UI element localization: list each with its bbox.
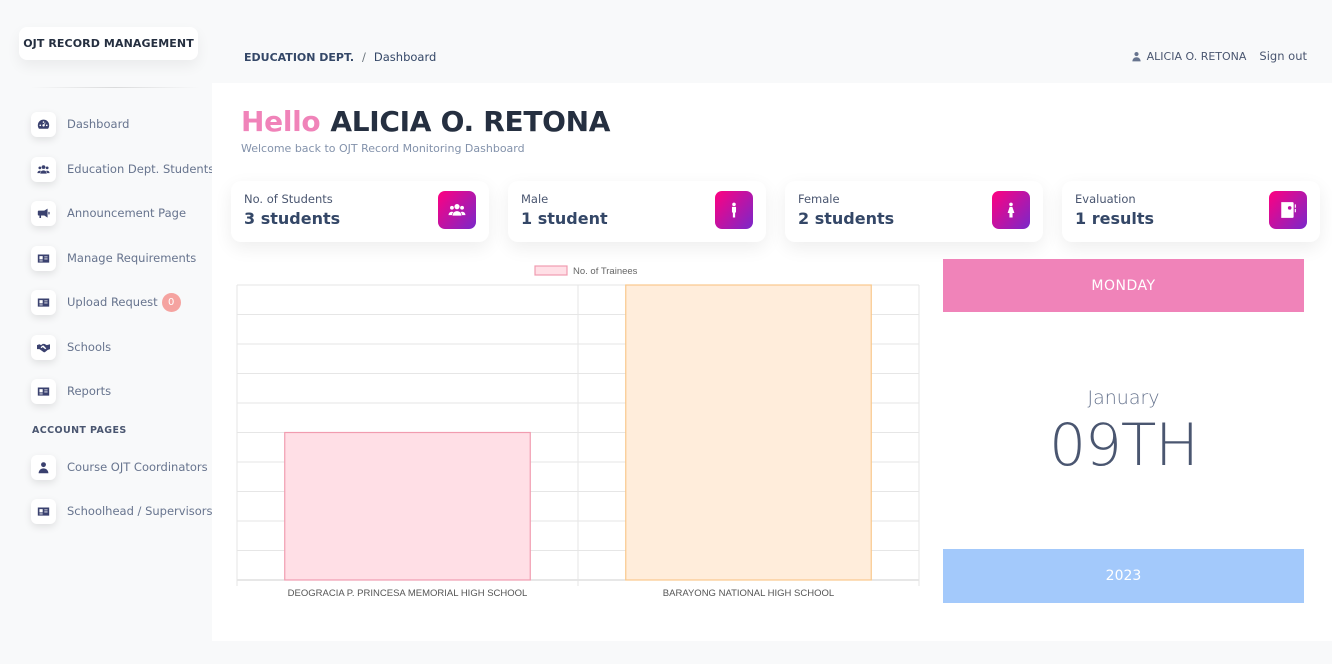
id-card-icon [31, 289, 56, 315]
breadcrumb-separator: / [362, 50, 366, 64]
brand-logo[interactable]: OJT RECORD MANAGEMENT [19, 27, 198, 60]
sidebar-item-label: Reports [67, 384, 112, 398]
main-content: Hello ALICIA O. RETONA Welcome back to OJ… [212, 83, 1332, 641]
chart-bar [284, 431, 531, 581]
sidebar-item-supervisors[interactable]: Schoolhead / Supervisors [31, 498, 213, 524]
chart-bar [625, 284, 872, 581]
user-icon [1132, 51, 1141, 61]
sidebar-item-schools[interactable]: Schools [31, 334, 211, 360]
sidebar-item-label: Manage Requirements [67, 251, 197, 265]
sidebar-item-label: Schools [67, 340, 112, 354]
handshake-icon [31, 334, 56, 360]
sidebar-item-label: Announcement Page [67, 206, 187, 220]
stat-value: 1 student [521, 209, 608, 228]
greeting-hello: Hello [241, 105, 321, 138]
user-name[interactable]: ALICIA O. RETONA [1147, 50, 1247, 63]
breadcrumb: EDUCATION DEPT. / Dashboard [244, 50, 436, 64]
page-title: Hello ALICIA O. RETONA [241, 105, 610, 138]
stat-value: 3 students [244, 209, 341, 228]
sidebar-item-label: Education Dept. Students [67, 162, 215, 176]
chart-canvas: DEOGRACIA P. PRINCESA MEMORIAL HIGH SCHO… [236, 265, 920, 599]
sign-out-link[interactable]: Sign out [1259, 49, 1307, 63]
sidebar-item-reports[interactable]: Reports [31, 378, 211, 404]
megaphone-icon [31, 200, 56, 226]
trainees-bar-chart: DEOGRACIA P. PRINCESA MEMORIAL HIGH SCHO… [232, 258, 922, 608]
legend-swatch [534, 265, 568, 276]
male-icon [715, 191, 753, 229]
stat-card-male: Male 1 student [508, 181, 766, 242]
sidebar-item-label: Dashboard [67, 117, 130, 131]
sidebar-item-label: Upload Request [67, 295, 158, 309]
sidebar-item-students[interactable]: Education Dept. Students [31, 156, 215, 182]
sidebar-item-label: Schoolhead / Supervisors [67, 504, 213, 518]
user-menu: ALICIA O. RETONA Sign out [1131, 49, 1307, 63]
breadcrumb-current: Dashboard [373, 50, 437, 64]
legend-label: No. of Trainees [573, 266, 638, 277]
x-tick-label: BARAYONG NATIONAL HIGH SCHOOL [663, 588, 834, 599]
stat-label: Evaluation [1075, 192, 1136, 206]
stat-label: No. of Students [244, 192, 333, 206]
section-title-account-pages: ACCOUNT PAGES [32, 425, 127, 436]
stat-value: 2 students [798, 209, 895, 228]
calendar-widget: MONDAY January 09TH 2023 [943, 259, 1304, 603]
sidebar-item-dashboard[interactable]: Dashboard [31, 111, 211, 137]
breadcrumb-parent[interactable]: EDUCATION DEPT. [244, 51, 354, 64]
stat-value: 1 results [1075, 209, 1155, 228]
stat-label: Male [521, 192, 549, 206]
x-tick-label: DEOGRACIA P. PRINCESA MEMORIAL HIGH SCHO… [288, 588, 528, 599]
female-icon [992, 191, 1030, 229]
sidebar-item-coordinators[interactable]: Course OJT Coordinators [31, 454, 211, 480]
users-icon [31, 156, 56, 182]
stat-label: Female [798, 192, 840, 206]
report-card-icon [1269, 191, 1307, 229]
notification-badge: 0 [161, 292, 181, 312]
sidebar-item-announcement[interactable]: Announcement Page [31, 200, 211, 226]
page-subtitle: Welcome back to OJT Record Monitoring Da… [241, 142, 525, 155]
users-icon [438, 191, 476, 229]
calendar-day: MONDAY [943, 259, 1304, 312]
id-card-icon [31, 498, 56, 524]
calendar-date: 09TH [1049, 411, 1199, 479]
greeting-name: ALICIA O. RETONA [330, 105, 611, 138]
sidebar-item-upload-request[interactable]: Upload Request 0 [31, 289, 211, 315]
stat-card-evaluation: Evaluation 1 results [1062, 181, 1320, 242]
calendar-year: 2023 [943, 549, 1304, 603]
dashboard-icon [31, 111, 56, 137]
sidebar-divider [30, 87, 200, 88]
sidebar-item-requirements[interactable]: Manage Requirements [31, 245, 211, 271]
sidebar-item-label: Course OJT Coordinators [67, 460, 208, 474]
stat-card-female: Female 2 students [785, 181, 1043, 242]
stat-card-students: No. of Students 3 students [231, 181, 489, 242]
id-card-icon [31, 378, 56, 404]
calendar-month: January [1087, 387, 1160, 409]
user-icon [31, 454, 56, 480]
id-card-icon [31, 245, 56, 271]
